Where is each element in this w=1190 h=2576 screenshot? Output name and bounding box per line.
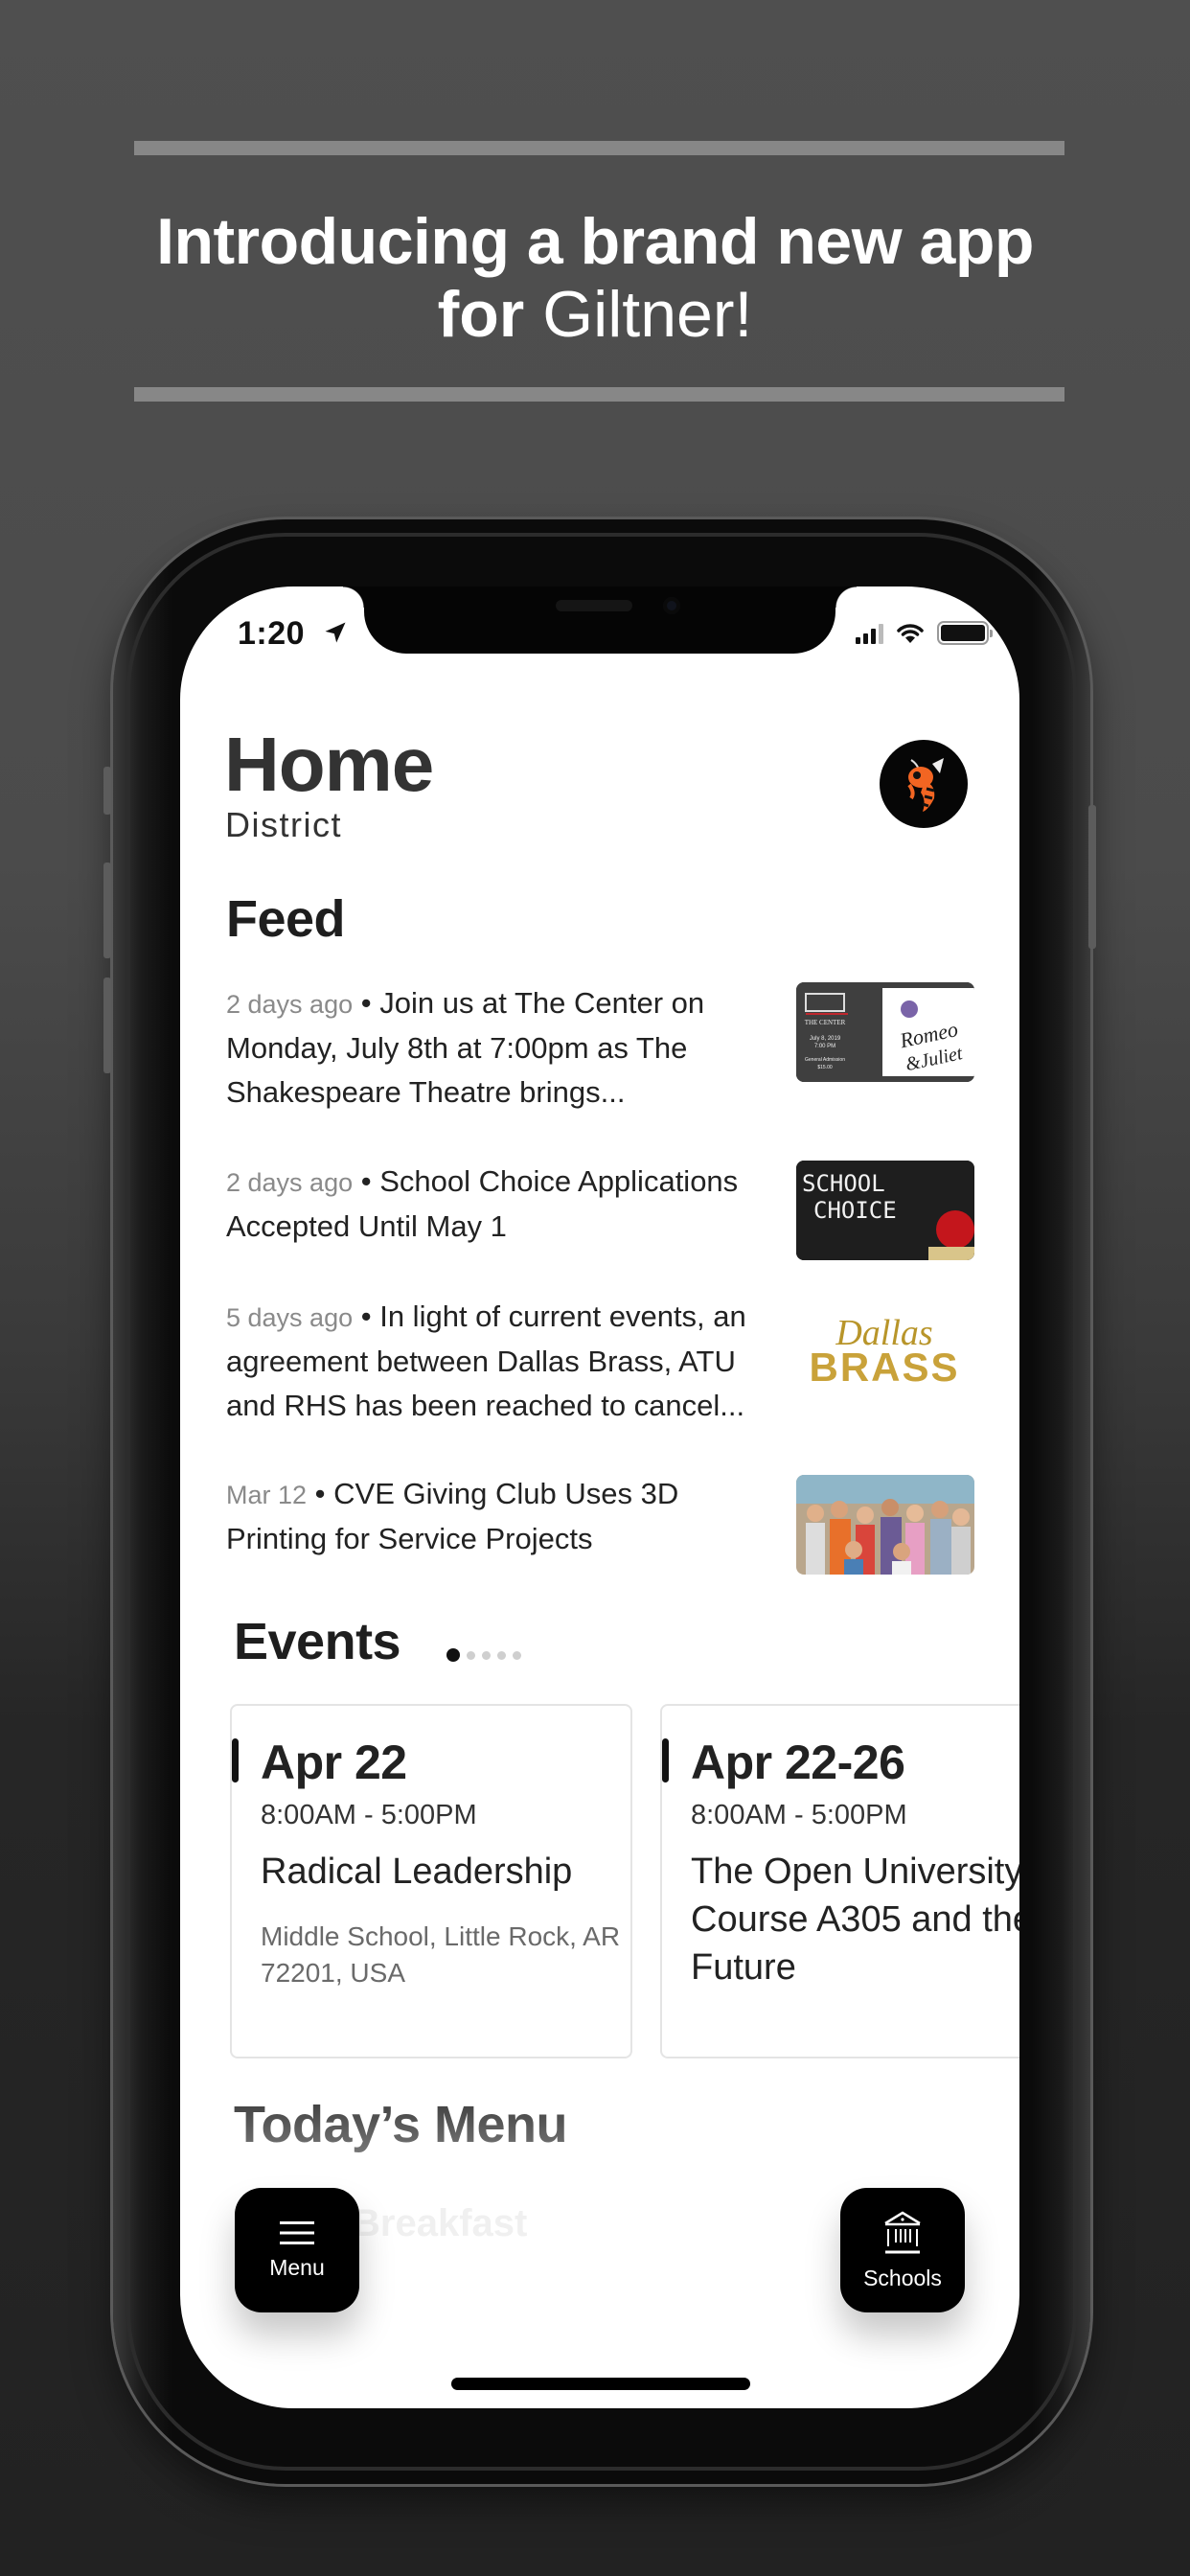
cellular-signal-icon <box>856 623 883 644</box>
dallas-brass-logo-image: Dallas BRASS <box>809 1313 959 1390</box>
feed-item[interactable]: Mar 12 • CVE Giving Club Uses 3D Printin… <box>226 1472 763 1561</box>
event-name: Radical Leadership <box>261 1852 573 1892</box>
speaker-grille <box>556 600 632 611</box>
romeo-juliet-poster-image: THE CENTER July 8, 2019 7:00 PM General … <box>796 982 974 1082</box>
page-dot[interactable] <box>513 1650 521 1660</box>
page-title: Home <box>224 722 434 807</box>
schools-button[interactable]: Schools <box>840 2188 965 2312</box>
feed-item[interactable]: 5 days ago • In light of current events,… <box>226 1295 763 1428</box>
feed-item-separator: • <box>360 986 372 1020</box>
event-accent-bar <box>232 1738 239 1782</box>
svg-text:7:00 PM: 7:00 PM <box>814 1044 835 1049</box>
schools-button-label: Schools <box>863 2265 942 2290</box>
page-dot-active[interactable] <box>446 1648 460 1662</box>
feed-thumbnail-cve-giving-club[interactable] <box>796 1475 974 1575</box>
svg-text:General Admission: General Admission <box>805 1057 845 1063</box>
feed-item-timestamp: 5 days ago <box>226 1303 354 1332</box>
status-time: 1:20 <box>238 615 306 652</box>
hamburger-menu-icon <box>280 2220 314 2244</box>
svg-text:THE CENTER: THE CENTER <box>805 1019 846 1026</box>
phone-screen: 1:20 Home District Feed 2 days ago • Joi… <box>180 586 1019 2408</box>
wifi-icon <box>897 623 924 643</box>
district-avatar[interactable] <box>880 740 968 828</box>
school-choice-image: SCHOOL CHOICE <box>796 1161 974 1260</box>
battery-icon <box>937 621 993 645</box>
hornet-mascot-icon <box>907 758 944 812</box>
event-time: 8:00AM - 5:00PM <box>261 1800 477 1830</box>
promo-heading: Introducing a brand new app for Giltner! <box>0 203 1190 349</box>
top-divider <box>134 141 1064 155</box>
phone-mute-switch <box>103 767 111 815</box>
feed-item[interactable]: 2 days ago • Join us at The Center on Mo… <box>226 981 763 1115</box>
event-location: Middle School, Little Rock, AR 72201, US… <box>261 1921 621 1988</box>
promo-app-name: Giltner! <box>542 278 753 351</box>
event-accent-bar <box>662 1738 669 1782</box>
svg-text:$15.00: $15.00 <box>817 1065 833 1070</box>
feed-thumbnail-dallas-brass[interactable]: Dallas BRASS <box>796 1300 974 1400</box>
menu-button-label: Menu <box>269 2254 325 2280</box>
school-building-icon <box>884 2211 921 2253</box>
feed-item-timestamp: 2 days ago <box>226 990 354 1019</box>
home-indicator[interactable] <box>451 2378 750 2390</box>
location-arrow-icon <box>325 622 346 643</box>
thumb-text: SCHOOL <box>802 1170 885 1197</box>
front-camera <box>663 597 680 614</box>
status-indicators <box>856 621 993 645</box>
todays-menu-heading: Today’s Menu <box>234 2096 568 2153</box>
feed-heading: Feed <box>226 890 346 948</box>
page-subtitle: District <box>225 805 342 844</box>
svg-text:July 8, 2019: July 8, 2019 <box>810 1036 841 1042</box>
feed-item-timestamp: 2 days ago <box>226 1168 354 1197</box>
bottom-divider <box>134 387 1064 402</box>
phone-volume-down <box>103 978 111 1073</box>
feed-item-separator: • <box>314 1477 326 1510</box>
events-page-indicator[interactable] <box>446 1648 521 1662</box>
page-dot[interactable] <box>467 1650 475 1660</box>
event-date: Apr 22 <box>261 1736 407 1789</box>
meal-heading-breakfast: Breakfast <box>353 2202 528 2244</box>
svg-text:BRASS: BRASS <box>809 1345 959 1390</box>
page-dot[interactable] <box>497 1650 506 1660</box>
promo-line-1: Introducing a brand new app <box>156 205 1034 278</box>
feed-item-separator: • <box>360 1164 372 1198</box>
feed-item[interactable]: 2 days ago • School Choice Applications … <box>226 1160 763 1249</box>
page-dot[interactable] <box>482 1650 491 1660</box>
event-time: 8:00AM - 5:00PM <box>691 1800 907 1830</box>
feed-item-timestamp: Mar 12 <box>226 1481 308 1509</box>
event-date: Apr 22-26 <box>691 1736 905 1789</box>
feed-item-separator: • <box>360 1300 372 1333</box>
phone-power-button <box>1088 805 1096 949</box>
students-group-photo <box>796 1475 974 1575</box>
event-card[interactable]: Apr 22-26 8:00AM - 5:00PM The Open Unive… <box>660 1704 1019 2058</box>
phone-volume-up <box>103 862 111 958</box>
promo-line-2: for Giltner! <box>0 280 1190 349</box>
feed-thumbnail-romeo-juliet[interactable]: THE CENTER July 8, 2019 7:00 PM General … <box>796 982 974 1082</box>
event-name: The Open University’s Course A305 and th… <box>691 1852 1019 1988</box>
notch <box>343 586 857 654</box>
events-heading: Events <box>234 1613 401 1670</box>
promo-line-2-bold: for <box>437 278 525 351</box>
svg-text:CHOICE: CHOICE <box>813 1197 897 1224</box>
menu-button[interactable]: Menu <box>235 2188 359 2312</box>
feed-thumbnail-school-choice[interactable]: SCHOOL CHOICE <box>796 1161 974 1260</box>
event-card[interactable]: Apr 22 8:00AM - 5:00PM Radical Leadershi… <box>230 1704 632 2058</box>
